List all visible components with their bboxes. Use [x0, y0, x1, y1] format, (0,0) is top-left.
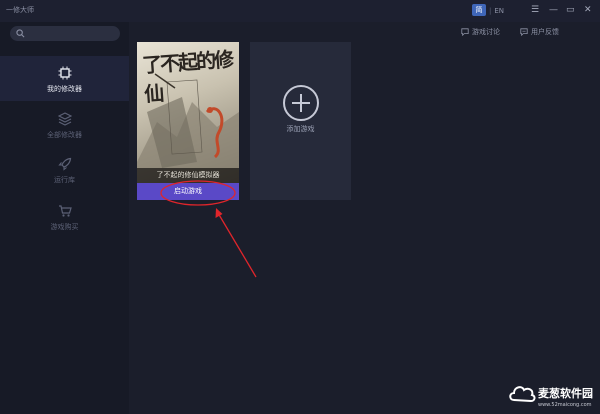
- lang-en-button[interactable]: EN: [494, 7, 504, 15]
- user-feedback-link[interactable]: 用户反馈: [520, 27, 559, 37]
- sidebar-item-label: 全部修改器: [47, 131, 82, 139]
- maximize-icon[interactable]: ▭: [566, 6, 575, 15]
- cart-icon: [58, 205, 72, 217]
- sidebar-item-runtime[interactable]: 运行库: [0, 157, 129, 185]
- sidebar-item-all-trainers[interactable]: 全部修改器: [0, 112, 129, 140]
- feedback-icon: [520, 28, 528, 36]
- sidebar: 我的修改器 全部修改器 运行库 游戏购买: [0, 22, 129, 414]
- poster-title: 了不起的修仙: [141, 47, 233, 107]
- menu-icon[interactable]: ☰: [531, 6, 539, 15]
- title-bar: 一修大师 简 | EN ☰ — ▭ ✕: [0, 0, 600, 22]
- chat-icon: [461, 28, 469, 36]
- game-card[interactable]: 了不起的修仙 了不起的修仙模拟器 启动游戏: [137, 42, 239, 200]
- minimize-icon[interactable]: —: [549, 6, 558, 15]
- sidebar-item-buy-games[interactable]: 游戏购买: [0, 204, 129, 232]
- sidebar-item-my-trainers[interactable]: 我的修改器: [0, 56, 129, 101]
- language-switch[interactable]: 简 | EN: [472, 4, 504, 16]
- sidebar-item-label: 我的修改器: [47, 85, 82, 93]
- lang-separator: |: [489, 7, 492, 15]
- user-feedback-label: 用户反馈: [531, 28, 559, 36]
- add-icon: [283, 85, 319, 121]
- game-poster[interactable]: 了不起的修仙 了不起的修仙模拟器: [137, 42, 239, 183]
- sidebar-item-label: 运行库: [54, 176, 75, 184]
- sidebar-item-label: 游戏购买: [50, 223, 79, 231]
- game-discussion-label: 游戏讨论: [472, 28, 500, 36]
- lang-zh-button[interactable]: 简: [472, 4, 486, 16]
- watermark-brand: 麦葱软件园: [538, 387, 593, 400]
- poster-caption: 了不起的修仙模拟器: [137, 168, 239, 183]
- chip-icon: [58, 66, 71, 80]
- game-discussion-link[interactable]: 游戏讨论: [461, 27, 500, 37]
- app-title: 一修大师: [6, 6, 34, 14]
- search-input[interactable]: [10, 26, 120, 41]
- watermark-url: www.52maicong.com: [538, 402, 592, 408]
- close-icon[interactable]: ✕: [584, 6, 592, 15]
- layers-icon: [57, 112, 72, 126]
- rocket-icon: [57, 157, 71, 171]
- add-game-label: 添加游戏: [286, 125, 315, 133]
- add-game-card[interactable]: 添加游戏: [250, 42, 351, 200]
- search-icon: [16, 29, 25, 38]
- launch-game-button[interactable]: 启动游戏: [137, 183, 239, 200]
- cloud-logo-icon: [509, 386, 536, 403]
- main-content: 游戏讨论 用户反馈 了不起的修仙 了不起的修仙模拟器 启动游戏 添加游戏: [129, 22, 600, 414]
